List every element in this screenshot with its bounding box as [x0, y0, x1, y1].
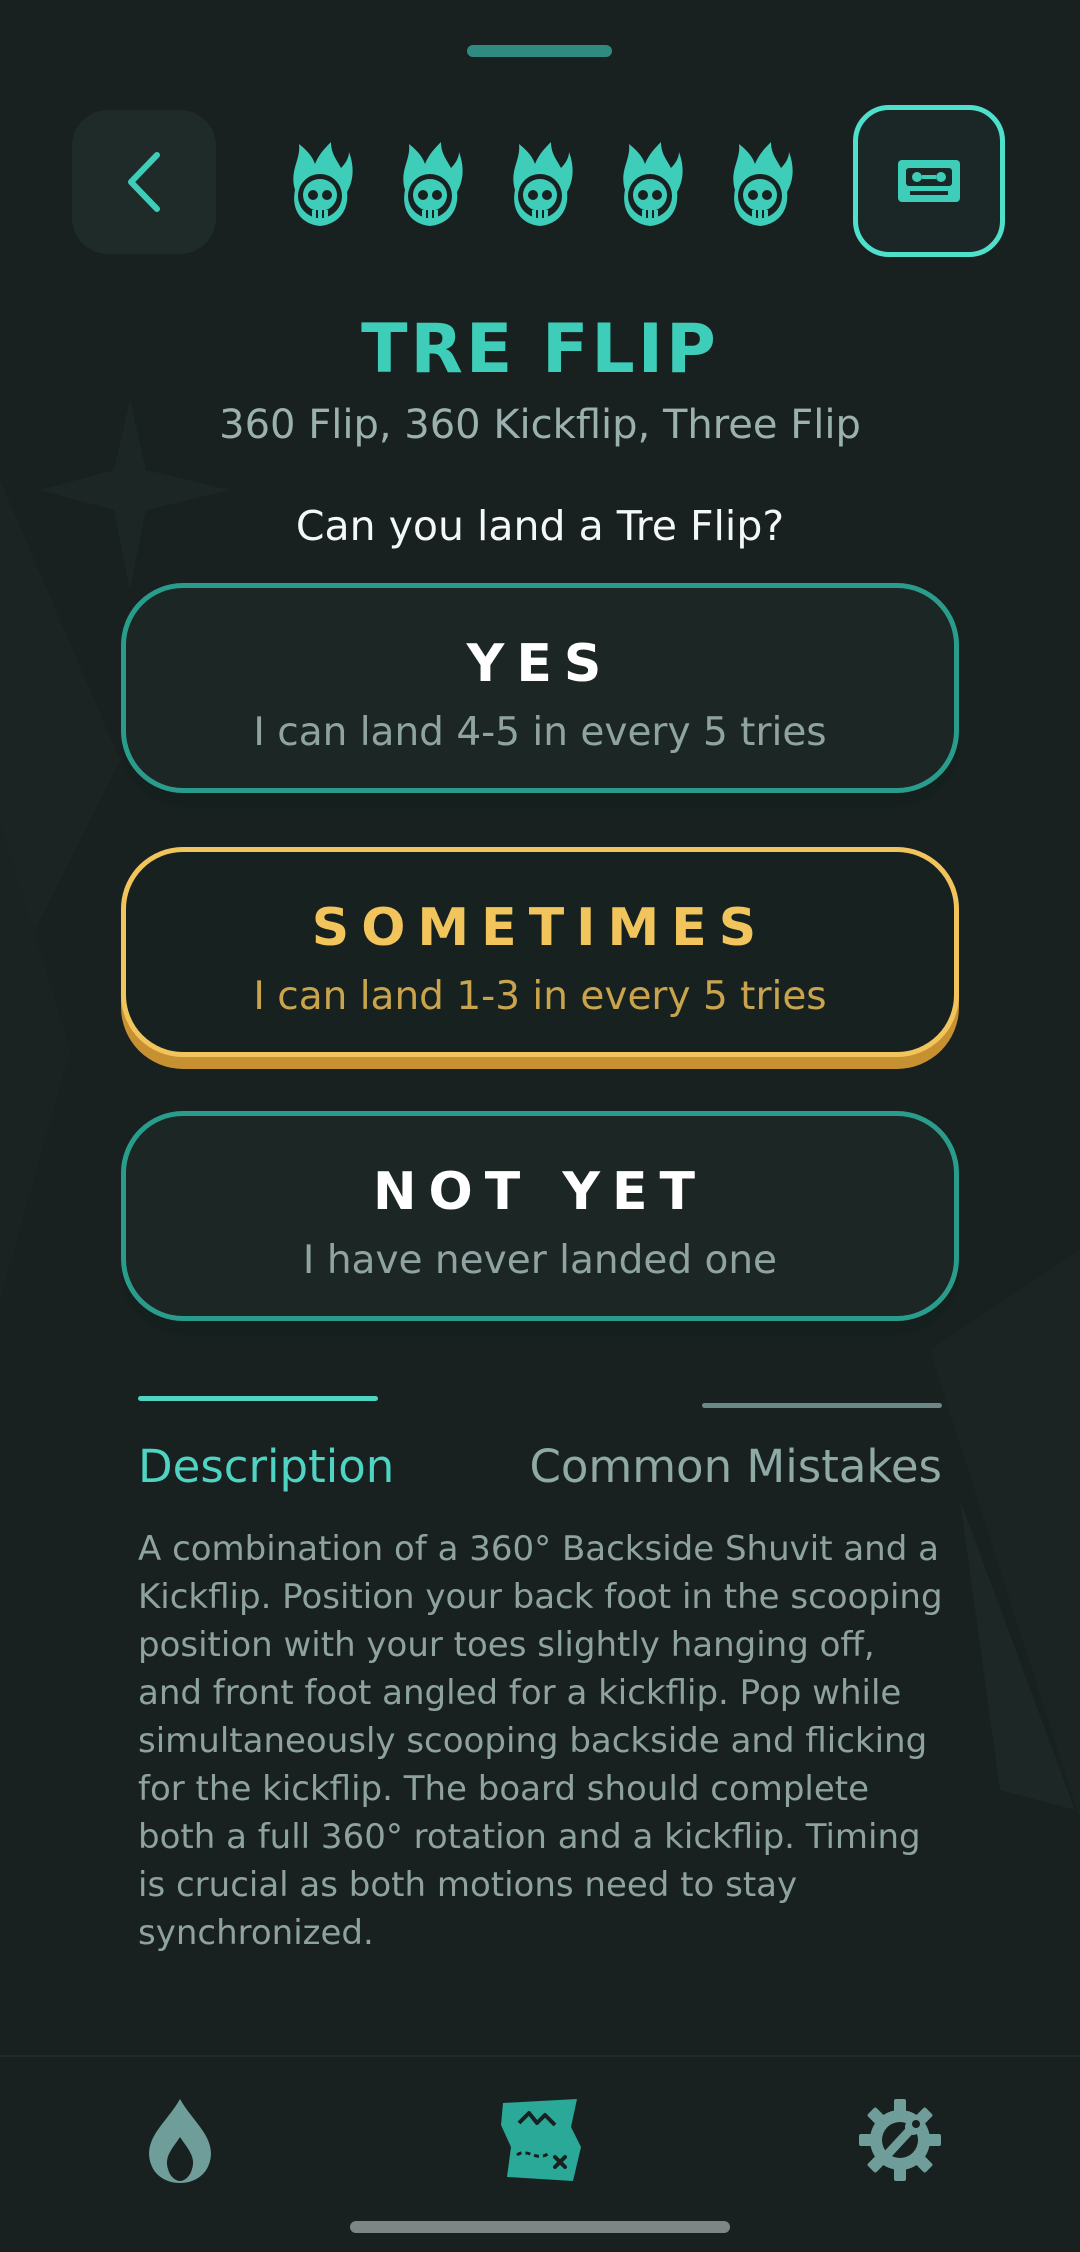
back-button[interactable]: [72, 110, 216, 254]
sheet-grabber[interactable]: [467, 45, 612, 57]
treasure-map-icon: [501, 2099, 581, 2181]
vhs-tape-icon: [898, 160, 960, 202]
flaming-skull-icon: [513, 142, 573, 226]
flaming-skull-icon: [403, 142, 463, 226]
tab-indicator-active: [138, 1396, 378, 1401]
nav-map[interactable]: [490, 2090, 590, 2190]
option-yes[interactable]: YES I can land 4-5 in every 5 tries: [121, 583, 959, 793]
trick-title: TRE FLIP: [361, 310, 719, 389]
landing-question: Can you land a Tre Flip?: [295, 502, 785, 550]
flaming-skull-icon: [293, 142, 353, 226]
flaming-skull-icon: [623, 142, 683, 226]
tab-common-mistakes[interactable]: Common Mistakes: [529, 1440, 942, 1493]
option-label: SOMETIMES: [311, 898, 769, 958]
lives-indicator: [285, 140, 795, 230]
option-description: I have never landed one: [302, 1238, 778, 1283]
trick-aliases: 360 Flip, 360 Kickflip, Three Flip: [219, 402, 861, 448]
nav-flame[interactable]: [130, 2090, 230, 2190]
gear-wrench-icon: [859, 2099, 941, 2181]
video-button[interactable]: [853, 105, 1005, 257]
home-indicator: [350, 2221, 730, 2233]
option-sometimes[interactable]: SOMETIMES I can land 1-3 in every 5 trie…: [121, 847, 959, 1057]
option-description: I can land 4-5 in every 5 tries: [253, 710, 827, 755]
flaming-skull-icon: [733, 142, 793, 226]
trick-description: A combination of a 360° Backside Shuvit …: [138, 1529, 943, 1953]
option-not-yet[interactable]: NOT YET I have never landed one: [121, 1111, 959, 1321]
chevron-left-icon: [128, 152, 160, 212]
option-label: YES: [466, 634, 614, 694]
option-label: NOT YET: [373, 1162, 707, 1222]
tab-indicator: [702, 1403, 942, 1408]
flame-icon: [149, 2099, 211, 2183]
tab-description[interactable]: Description: [138, 1440, 394, 1493]
option-description: I can land 1-3 in every 5 tries: [253, 974, 827, 1019]
nav-settings[interactable]: [850, 2090, 950, 2190]
